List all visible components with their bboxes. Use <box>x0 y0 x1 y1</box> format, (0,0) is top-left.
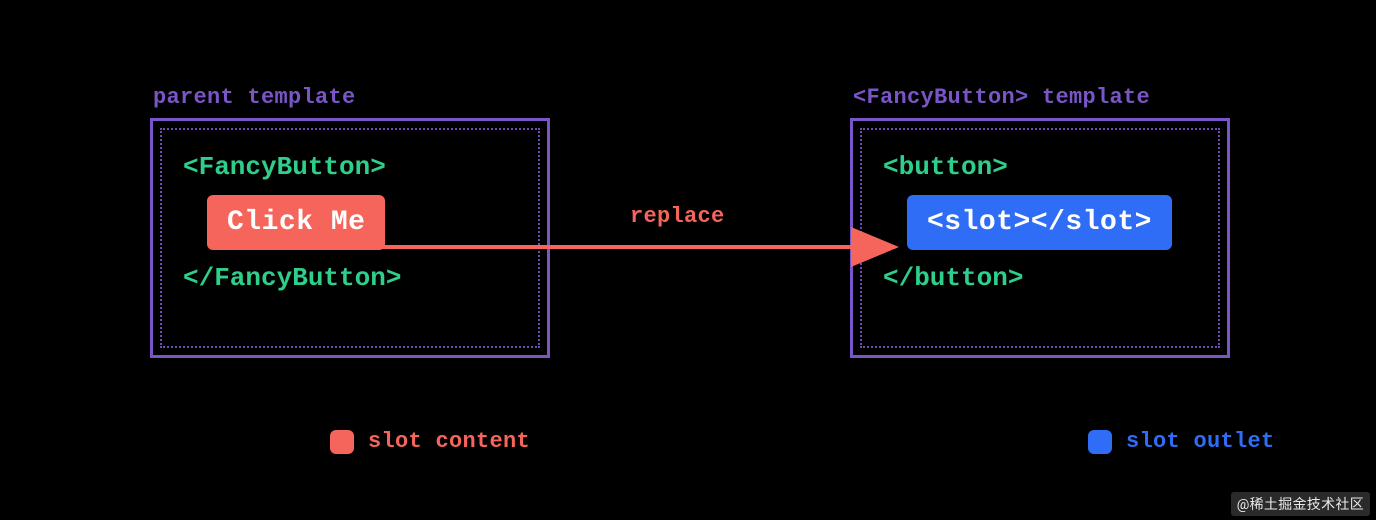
legend-slot-content: slot content <box>330 429 530 454</box>
fancybutton-open-tag: <FancyButton> <box>183 149 517 185</box>
fancybutton-close-tag: </FancyButton> <box>183 260 517 296</box>
replace-arrow <box>370 232 910 262</box>
button-close-tag: </button> <box>883 260 1197 296</box>
slot-content-chip: Click Me <box>207 195 385 250</box>
legend-slot-content-label: slot content <box>368 429 530 454</box>
slot-outlet-chip: <slot></slot> <box>907 195 1172 250</box>
component-template-label: <FancyButton> template <box>853 85 1150 110</box>
replace-arrow-label: replace <box>630 204 725 229</box>
diagram-stage: parent template <FancyButton> Click Me <… <box>0 0 1376 520</box>
parent-template-label: parent template <box>153 85 356 110</box>
slot-outlet-swatch-icon <box>1088 430 1112 454</box>
legend-slot-outlet: slot outlet <box>1088 429 1275 454</box>
watermark: @稀土掘金技术社区 <box>1231 492 1370 516</box>
button-open-tag: <button> <box>883 149 1197 185</box>
slot-content-swatch-icon <box>330 430 354 454</box>
legend-slot-outlet-label: slot outlet <box>1126 429 1275 454</box>
